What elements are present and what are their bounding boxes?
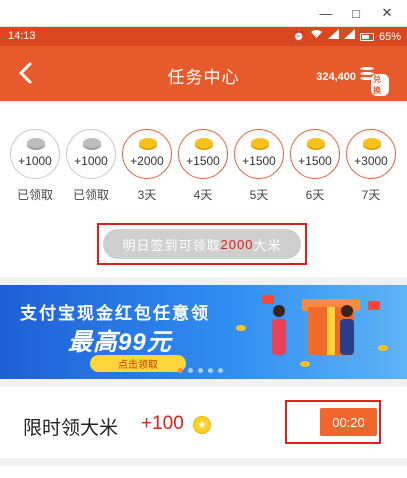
- coin-icon: [27, 138, 45, 148]
- points-balance[interactable]: 324,400 兑换: [316, 66, 389, 96]
- wifi-icon: [310, 29, 323, 44]
- app-header: 任务中心 324,400 兑换: [0, 46, 407, 101]
- coin-icon: [363, 138, 381, 148]
- tomorrow-reward-button[interactable]: 明日签到可领取 2000 大米: [103, 229, 301, 259]
- day-circle: +1000: [66, 129, 116, 179]
- carousel-dot[interactable]: [188, 368, 193, 373]
- tomorrow-reward-amount: 2000: [220, 236, 254, 252]
- status-bar: 14:13 ⏰ 65%: [0, 27, 407, 46]
- day-label: 已领取: [72, 188, 109, 202]
- close-window-button[interactable]: ✕: [372, 0, 402, 26]
- coin-stack-icon: 兑换: [359, 66, 389, 96]
- carousel-dot[interactable]: [178, 368, 183, 373]
- carousel-dot[interactable]: [218, 368, 223, 373]
- signin-day[interactable]: +1500 6天: [290, 129, 340, 203]
- coin-icon: [378, 345, 388, 351]
- person-illustration: [272, 305, 286, 355]
- day-circle: +2000: [122, 129, 172, 179]
- signin-day[interactable]: +1000 已领取: [10, 129, 60, 203]
- battery-icon: [359, 32, 374, 41]
- day-label: 6天: [305, 188, 325, 202]
- banner-big-text: 最高99元: [68, 329, 172, 356]
- day-label: 3天: [137, 188, 157, 202]
- signin-day[interactable]: +1500 4天: [178, 129, 228, 203]
- day-label: 4天: [193, 188, 213, 202]
- tomorrow-reward-highlight: 明日签到可领取 2000 大米: [97, 223, 307, 265]
- day-circle: +1000: [10, 129, 60, 179]
- task-row: 限时领大米 +100 ★ 00:20: [0, 387, 407, 458]
- points-value: 324,400: [316, 71, 356, 83]
- signin-card: +1000 已领取 +1000 已领取 +2000 3天 +1500 4天 +1…: [0, 101, 407, 277]
- task-reward: +100: [141, 413, 184, 434]
- task-name: 限时领大米: [23, 418, 119, 439]
- coin-icon: [307, 138, 325, 148]
- red-envelope-icon: [368, 301, 380, 310]
- promo-banner[interactable]: 支付宝现金红包任意领 最高99元 点击领取: [0, 285, 407, 379]
- day-label: 7天: [361, 188, 381, 202]
- battery-percent: 65%: [378, 30, 401, 43]
- status-time: 14:13: [8, 30, 36, 42]
- coin-icon: ★: [193, 416, 211, 434]
- signin-day-row: +1000 已领取 +1000 已领取 +2000 3天 +1500 4天 +1…: [10, 129, 402, 202]
- exchange-badge[interactable]: 兑换: [371, 74, 389, 96]
- carousel-dot[interactable]: [208, 368, 213, 373]
- coin-icon: [139, 138, 157, 148]
- carousel-dot[interactable]: [198, 368, 203, 373]
- next-task-row: [0, 466, 407, 478]
- maximize-button[interactable]: □: [341, 0, 371, 26]
- carousel-indicator: [178, 368, 223, 373]
- alarm-icon: ⏰: [292, 30, 305, 42]
- day-circle: +1500: [234, 129, 284, 179]
- day-circle: +1500: [178, 129, 228, 179]
- signin-day[interactable]: +3000 7天: [346, 129, 396, 203]
- day-label: 已领取: [16, 188, 53, 202]
- countdown-button[interactable]: 00:20: [320, 408, 377, 436]
- day-label: 5天: [249, 188, 269, 202]
- coin-icon: [236, 325, 246, 331]
- banner-headline: 支付宝现金红包任意领: [20, 304, 210, 323]
- banner-cta-button[interactable]: 点击领取: [90, 355, 186, 372]
- day-circle: +1500: [290, 129, 340, 179]
- signin-day[interactable]: +1000 已领取: [66, 129, 116, 203]
- coin-icon: [251, 138, 269, 148]
- person-illustration: [340, 305, 354, 355]
- red-envelope-icon: [262, 295, 274, 304]
- coin-icon: [83, 138, 101, 148]
- signal-icon: [343, 29, 355, 44]
- signin-day[interactable]: +2000 3天: [122, 129, 172, 203]
- window-title-bar: — □ ✕: [0, 0, 407, 27]
- coin-icon: [195, 138, 213, 148]
- minimize-button[interactable]: —: [311, 0, 341, 26]
- timer-highlight: 00:20: [285, 400, 381, 444]
- coin-icon: [300, 361, 310, 367]
- signal-icon: [327, 29, 339, 44]
- signin-day[interactable]: +1500 5天: [234, 129, 284, 203]
- day-circle: +3000: [346, 129, 396, 179]
